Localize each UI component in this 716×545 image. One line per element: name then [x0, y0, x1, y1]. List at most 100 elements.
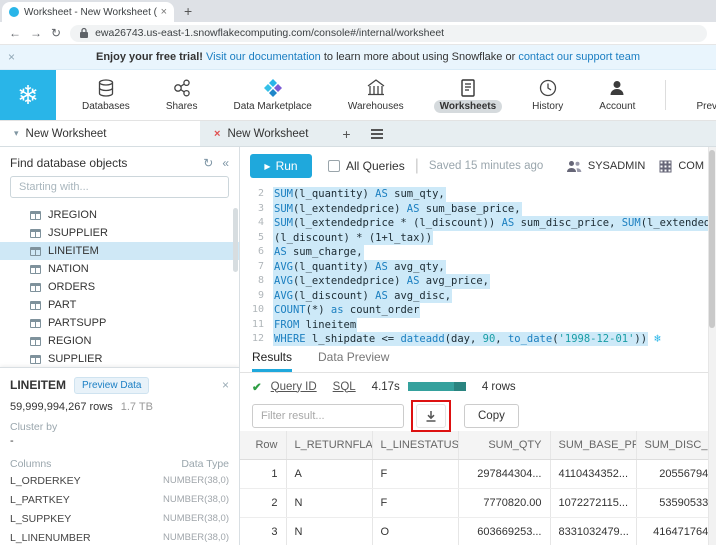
worksheet-menu-icon[interactable]	[370, 121, 383, 146]
new-tab-button[interactable]: +	[184, 4, 192, 18]
cluster-by-value: -	[10, 435, 14, 447]
nav-items: Databases Shares Data Marketplace Wareho…	[56, 70, 716, 120]
reload-icon[interactable]: ↻	[51, 27, 61, 39]
column-header[interactable]: Row	[240, 431, 287, 460]
tree-item-part[interactable]: PART	[0, 296, 239, 314]
object-search-input[interactable]	[10, 176, 229, 198]
nav-account[interactable]: Account	[593, 78, 641, 113]
tree-item-partsupp[interactable]: PARTSUPP	[0, 314, 239, 332]
worksheet-tab-active[interactable]: ▾ New Worksheet	[0, 121, 200, 146]
code-line: 6 AS sum_charge,	[257, 245, 364, 260]
tree-item-label: SUPPLIER	[48, 353, 103, 365]
nav-divider	[665, 80, 667, 110]
nav-worksheets[interactable]: Worksheets	[433, 78, 503, 113]
column-header[interactable]: SUM_DISC_PRI	[636, 431, 716, 460]
tab-close-icon[interactable]: ×	[161, 6, 167, 18]
table-row[interactable]: 2NF7770820.001072272115...535905337...	[240, 488, 716, 518]
support-link[interactable]: contact our support team	[518, 51, 640, 63]
result-row-count: 4 rows	[481, 380, 516, 393]
nav-history[interactable]: History	[526, 78, 569, 113]
success-check-icon: ✔	[252, 381, 262, 394]
forward-icon[interactable]: →	[30, 27, 42, 39]
columns-label: Columns	[10, 458, 52, 470]
nav-warehouses[interactable]: Warehouses	[342, 78, 410, 113]
query-id-link[interactable]: Query ID	[271, 381, 317, 393]
download-button[interactable]	[416, 403, 446, 428]
detail-title: LINEITEM	[10, 378, 66, 392]
context-group: SYSADMIN COM	[566, 160, 704, 173]
banner-close-icon[interactable]: ×	[8, 50, 15, 64]
nav-preview-app[interactable]: Preview App	[690, 78, 716, 113]
tab-results[interactable]: Results	[252, 350, 293, 372]
tree-item-nation[interactable]: NATION	[0, 260, 239, 278]
table-icon	[30, 282, 41, 292]
code-line: 5 (l_discount) * (1+l_tax))	[257, 230, 434, 245]
worksheets-icon	[458, 78, 478, 98]
results-toolbar: Copy	[240, 399, 716, 432]
table-icon	[30, 246, 41, 256]
docs-link[interactable]: Visit our documentation	[206, 51, 321, 63]
url-field[interactable]: ewa26743.us-east-1.snowflakecomputing.co…	[70, 24, 707, 42]
nav-data-marketplace[interactable]: Data Marketplace	[228, 78, 318, 113]
column-row: L_LINENUMBER NUMBER(38,0)	[10, 531, 229, 544]
copy-button[interactable]: Copy	[464, 403, 519, 428]
add-worksheet-button[interactable]: +	[342, 121, 350, 146]
tree-item-orders[interactable]: ORDERS	[0, 278, 239, 296]
tree-item-jsupplier[interactable]: JSUPPLIER	[0, 224, 239, 242]
column-row: L_PARTKEY NUMBER(38,0)	[10, 493, 229, 506]
tree-item-label: PART	[48, 299, 77, 311]
run-button[interactable]: ▶ Run	[250, 154, 312, 178]
tree-item-region[interactable]: REGION	[0, 332, 239, 350]
code-line: 10 COUNT(*) as count_order	[251, 303, 421, 318]
snowflake-logo[interactable]: ❄	[0, 70, 56, 120]
role-selector[interactable]: SYSADMIN	[588, 160, 645, 172]
marketplace-icon	[263, 78, 283, 98]
preview-data-button[interactable]: Preview Data	[74, 376, 150, 394]
detail-close-icon[interactable]: ×	[222, 378, 229, 392]
table-row[interactable]: 3NO603669253...8331032479...4164717645..…	[240, 517, 716, 545]
warehouse-selector[interactable]: COM	[678, 160, 704, 172]
results-table: RowL_RETURNFLAGL_LINESTATUSSUM_QTYSUM_BA…	[240, 431, 716, 545]
tree-scrollbar[interactable]	[233, 208, 238, 272]
back-icon[interactable]: ←	[9, 27, 21, 39]
worksheet-tab-label: New Worksheet	[227, 127, 309, 140]
object-detail-panel: LINEITEM Preview Data × 59,999,994,267 r…	[0, 367, 239, 545]
worksheet-tab-bar: ▾ New Worksheet × New Worksheet +	[0, 121, 716, 147]
chevron-down-icon[interactable]: ▾	[14, 128, 19, 139]
table-row[interactable]: 1AF297844304...4110434352...205567949...	[240, 459, 716, 489]
column-header[interactable]: SUM_QTY	[458, 431, 551, 460]
results-tab-bar: Results Data Preview	[240, 346, 716, 373]
browser-tab-title: Worksheet - New Worksheet (1/	[24, 6, 157, 18]
browser-tab[interactable]: Worksheet - New Worksheet (1/ ×	[2, 2, 174, 22]
nav-shares[interactable]: Shares	[160, 78, 204, 113]
column-header[interactable]: SUM_BASE_PRI	[550, 431, 637, 460]
collapse-sidebar-icon[interactable]: «	[222, 156, 229, 170]
editor-scrollbar[interactable]	[708, 147, 716, 545]
address-bar: ← → ↻ ewa26743.us-east-1.snowflakecomput…	[0, 22, 716, 45]
close-worksheet-icon[interactable]: ×	[214, 128, 220, 140]
code-line: 7 AVG(l_quantity) AS avg_qty,	[257, 259, 446, 274]
tree-item-supplier[interactable]: SUPPLIER	[0, 350, 239, 367]
all-queries-checkbox[interactable]	[328, 160, 340, 172]
snowflake-favicon	[9, 7, 19, 17]
tab-data-preview[interactable]: Data Preview	[318, 350, 389, 372]
tree-item-label: REGION	[48, 335, 92, 347]
scrollbar-thumb[interactable]	[709, 150, 715, 328]
tree-item-jregion[interactable]: JREGION	[0, 206, 239, 224]
column-header[interactable]: L_RETURNFLAG	[286, 431, 373, 460]
worksheet-tab-other[interactable]: × New Worksheet	[200, 121, 322, 146]
query-info-row: ✔ Query ID SQL 4.17s 4 rows	[240, 373, 716, 400]
worksheet-tab-label: New Worksheet	[25, 127, 107, 140]
nav-databases[interactable]: Databases	[76, 78, 136, 113]
column-header[interactable]: L_LINESTATUS	[372, 431, 459, 460]
download-icon	[426, 410, 436, 422]
tree-item-lineitem[interactable]: LINEITEM	[0, 242, 239, 260]
code-line: 12 WHERE l_shipdate <= dateadd(day, 90, t…	[251, 332, 661, 346]
table-icon	[30, 264, 41, 274]
sql-link[interactable]: SQL	[333, 381, 356, 393]
refresh-icon[interactable]: ↻	[203, 156, 213, 170]
sql-editor[interactable]: 2 SUM(l_quantity) AS sum_qty, 3 SUM(l_exten…	[240, 185, 716, 346]
results-table-wrap: RowL_RETURNFLAGL_LINESTATUSSUM_QTYSUM_BA…	[240, 431, 716, 545]
trial-banner: × Enjoy your free trial! Visit our docum…	[0, 45, 716, 70]
filter-input[interactable]	[252, 403, 404, 428]
